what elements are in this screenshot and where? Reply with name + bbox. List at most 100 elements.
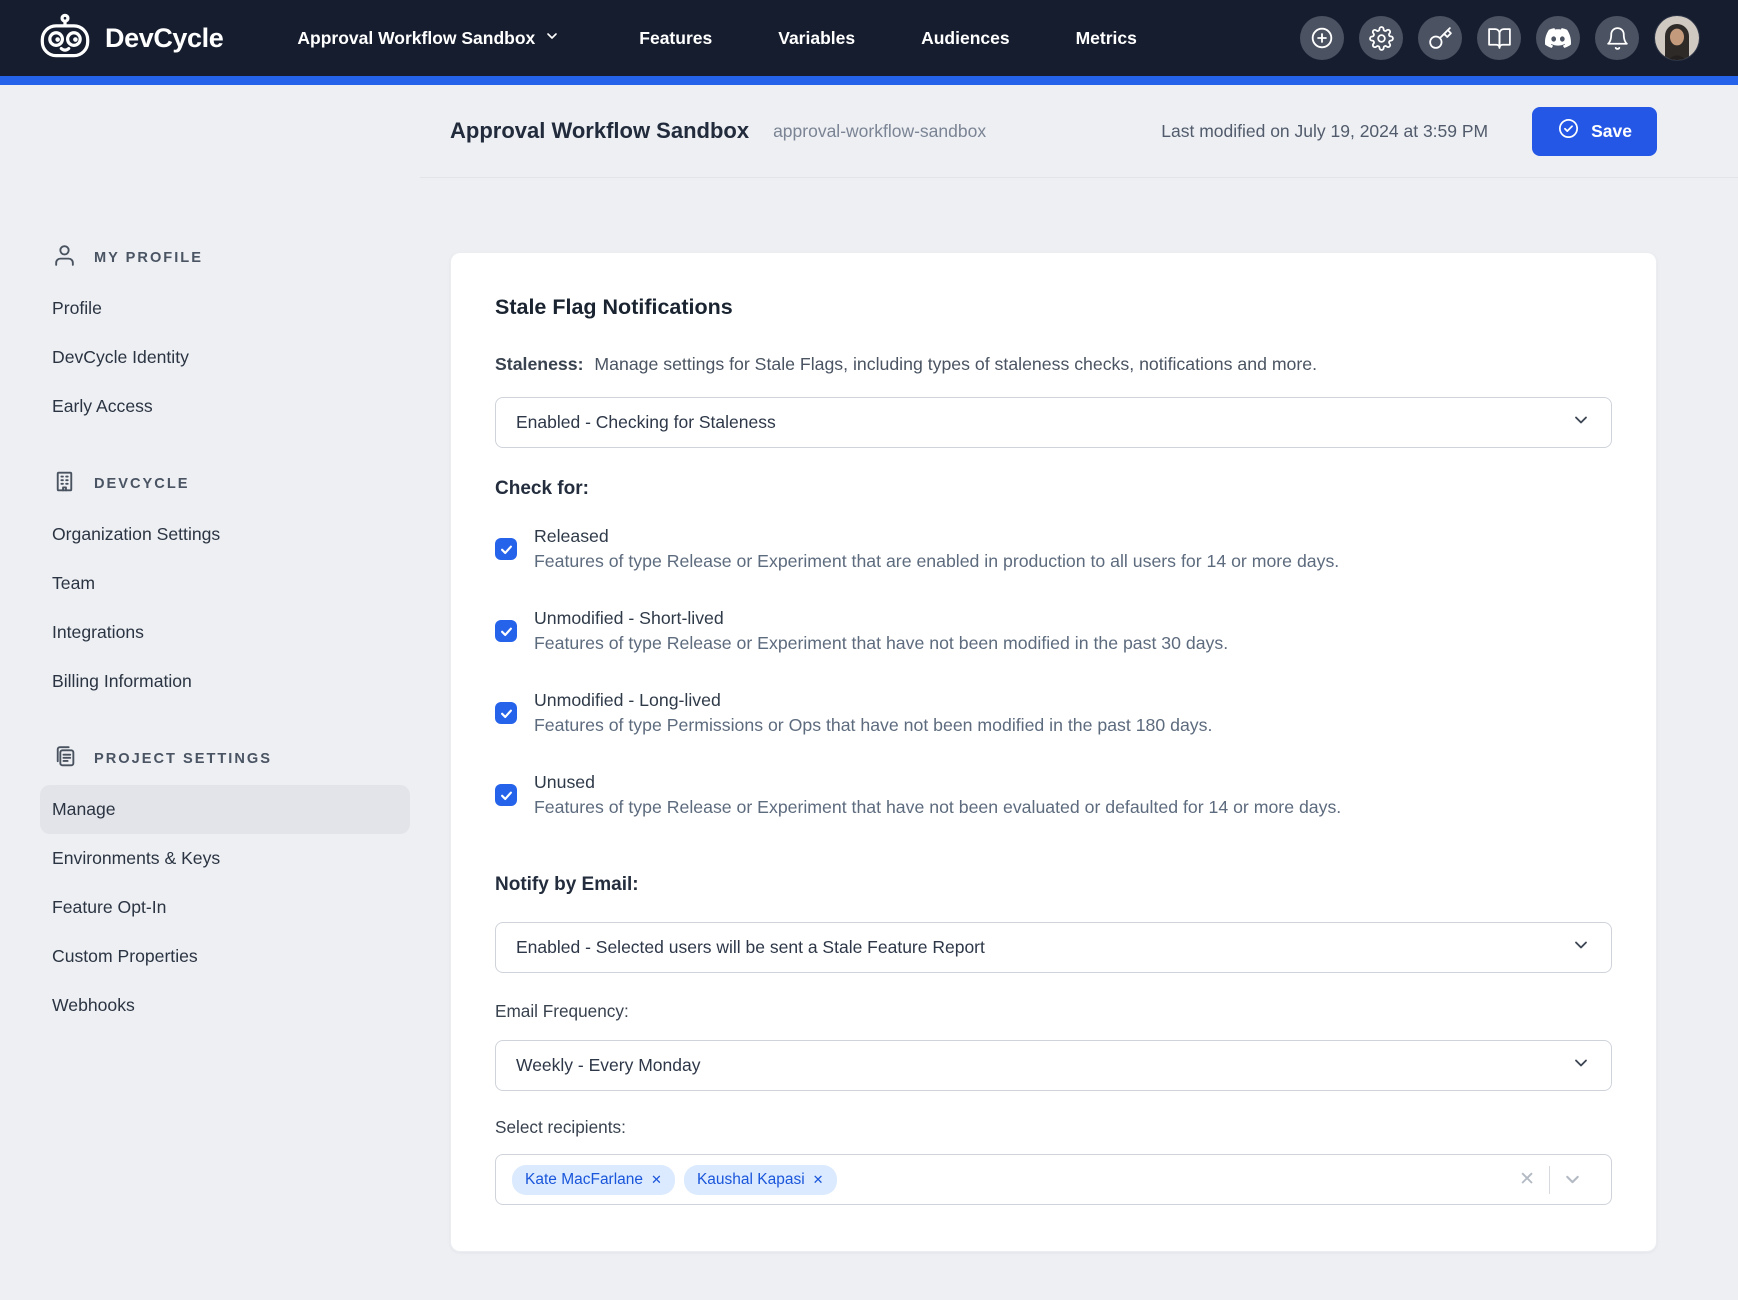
sidebar-section-project-settings: PROJECT SETTINGS Manage Environments & K… [50,744,420,1030]
sidebar-heading-label: MY PROFILE [94,250,203,266]
sidebar-item-billing-information[interactable]: Billing Information [40,657,410,706]
released-checkbox[interactable] [495,538,517,560]
check-label: Unmodified - Long-lived [534,690,1212,711]
check-row-unmodified-short-lived: Unmodified - Short-lived Features of typ… [495,608,1612,654]
chevron-down-icon [1571,935,1591,960]
staleness-description: Staleness: Manage settings for Stale Fla… [495,354,1612,375]
notifications-button[interactable] [1595,16,1639,60]
notify-by-email-select[interactable]: Enabled - Selected users will be sent a … [495,922,1612,973]
sidebar-heading-my-profile: MY PROFILE [50,243,420,272]
key-icon [1428,26,1453,51]
card-title: Stale Flag Notifications [495,295,1612,320]
add-icon [1309,25,1335,51]
project-slug: approval-workflow-sandbox [773,121,986,142]
save-button-label: Save [1591,121,1632,142]
settings-button[interactable] [1359,16,1403,60]
sidebar-section-my-profile: MY PROFILE Profile DevCycle Identity Ear… [50,243,420,431]
check-row-unused: Unused Features of type Release or Exper… [495,772,1612,818]
check-description: Features of type Release or Experiment t… [534,633,1228,654]
check-label: Unmodified - Short-lived [534,608,1228,629]
check-description: Features of type Permissions or Ops that… [534,715,1212,736]
save-button[interactable]: Save [1532,107,1657,156]
sidebar-heading-label: DEVCYCLE [94,476,189,492]
staleness-text: Manage settings for Stale Flags, includi… [594,354,1317,374]
sidebar-heading-project-settings: PROJECT SETTINGS [50,744,420,773]
devcycle-robot-icon [38,13,92,64]
sidebar-item-organization-settings[interactable]: Organization Settings [40,510,410,559]
page-title: Approval Workflow Sandbox [450,118,749,144]
unused-checkbox[interactable] [495,784,517,806]
sidebar-item-early-access[interactable]: Early Access [40,382,410,431]
project-selector-dropdown[interactable]: Approval Workflow Sandbox [297,28,560,49]
email-frequency-label: Email Frequency: [495,1001,1612,1022]
clear-recipients-icon[interactable]: ✕ [1505,1168,1549,1191]
staleness-select[interactable]: Enabled - Checking for Staleness [495,397,1612,448]
page-header: Approval Workflow Sandbox approval-workf… [420,85,1738,178]
sidebar-item-integrations[interactable]: Integrations [40,608,410,657]
sidebar-item-webhooks[interactable]: Webhooks [40,981,410,1030]
nav-link-audiences[interactable]: Audiences [888,18,1043,59]
sidebar-item-profile[interactable]: Profile [40,284,410,333]
devcycle-logo[interactable]: DevCycle [38,13,223,64]
primary-nav: Features Variables Audiences Metrics [606,18,1170,59]
check-row-released: Released Features of type Release or Exp… [495,526,1612,572]
recipients-multiselect[interactable]: Kate MacFarlane ✕ Kaushal Kapasi ✕ ✕ [495,1154,1612,1205]
chevron-down-icon [1571,410,1591,435]
staleness-select-value: Enabled - Checking for Staleness [516,412,776,433]
notify-by-email-label: Notify by Email: [495,874,1612,896]
unmodified-short-lived-checkbox[interactable] [495,620,517,642]
check-for-label: Check for: [495,478,1612,500]
top-navigation: DevCycle Approval Workflow Sandbox Featu… [0,0,1738,76]
discord-icon [1545,25,1571,51]
settings-gear-icon [1369,26,1394,51]
sidebar-heading-label: PROJECT SETTINGS [94,751,272,767]
last-modified-text: Last modified on July 19, 2024 at 3:59 P… [1161,121,1488,142]
person-icon [52,243,77,272]
chevron-down-icon [544,28,560,49]
sidebar-item-custom-properties[interactable]: Custom Properties [40,932,410,981]
remove-recipient-icon[interactable]: ✕ [813,1173,824,1186]
unmodified-long-lived-checkbox[interactable] [495,702,517,724]
sidebar-heading-devcycle: DEVCYCLE [50,469,420,498]
email-frequency-select[interactable]: Weekly - Every Monday [495,1040,1612,1091]
check-row-unmodified-long-lived: Unmodified - Long-lived Features of type… [495,690,1612,736]
brand-name: DevCycle [105,23,223,54]
docs-book-icon [1487,26,1512,51]
staleness-label: Staleness: [495,354,583,374]
chevron-down-icon [1571,1053,1591,1078]
select-recipients-label: Select recipients: [495,1117,1612,1138]
frequency-select-value: Weekly - Every Monday [516,1055,700,1076]
project-selector-label: Approval Workflow Sandbox [297,28,535,49]
nav-link-variables[interactable]: Variables [745,18,888,59]
settings-sidebar: MY PROFILE Profile DevCycle Identity Ear… [0,85,420,1300]
check-circle-icon [1557,117,1580,145]
notifications-bell-icon [1605,26,1630,51]
chevron-down-icon[interactable] [1550,1169,1595,1190]
discord-button[interactable] [1536,16,1580,60]
add-button[interactable] [1300,16,1344,60]
sidebar-item-devcycle-identity[interactable]: DevCycle Identity [40,333,410,382]
sidebar-item-environments-keys[interactable]: Environments & Keys [40,834,410,883]
accent-bar [0,76,1738,85]
recipient-name: Kaushal Kapasi [697,1171,805,1189]
user-avatar[interactable] [1654,15,1700,61]
topnav-actions [1300,15,1700,61]
remove-recipient-icon[interactable]: ✕ [651,1173,662,1186]
check-label: Unused [534,772,1341,793]
sidebar-item-feature-opt-in[interactable]: Feature Opt-In [40,883,410,932]
docs-button[interactable] [1477,16,1521,60]
recipient-chip: Kate MacFarlane ✕ [512,1165,675,1195]
nav-link-metrics[interactable]: Metrics [1043,18,1170,59]
sidebar-section-devcycle: DEVCYCLE Organization Settings Team Inte… [50,469,420,706]
check-description: Features of type Release or Experiment t… [534,551,1339,572]
nav-link-features[interactable]: Features [606,18,745,59]
check-label: Released [534,526,1339,547]
notify-select-value: Enabled - Selected users will be sent a … [516,937,985,958]
sidebar-item-manage[interactable]: Manage [40,785,410,834]
sidebar-item-team[interactable]: Team [40,559,410,608]
clipboard-icon [52,744,77,773]
recipient-name: Kate MacFarlane [525,1171,643,1189]
stale-flag-notifications-card: Stale Flag Notifications Staleness: Mana… [450,252,1657,1252]
api-keys-button[interactable] [1418,16,1462,60]
recipient-chip: Kaushal Kapasi ✕ [684,1165,837,1195]
